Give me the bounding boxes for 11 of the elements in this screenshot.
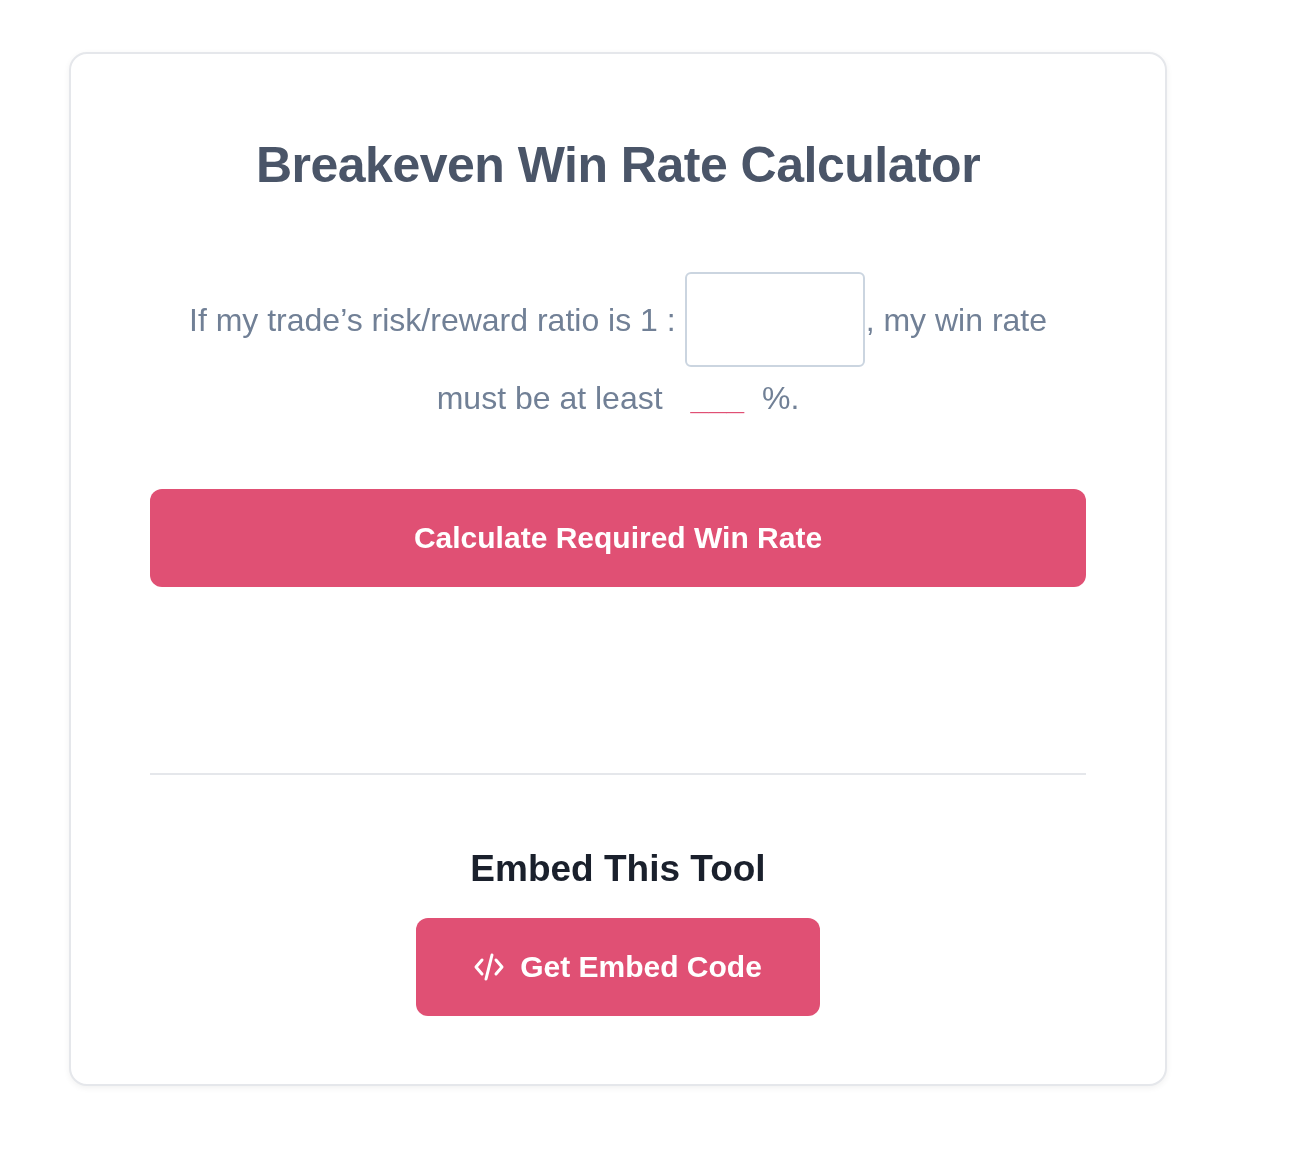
embed-heading: Embed This Tool [470,847,766,891]
calculator-title: Breakeven Win Rate Calculator [255,136,981,195]
calculate-button[interactable]: Calculate Required Win Rate [150,489,1086,587]
at-least-label: must be at least [436,379,663,418]
ratio-label: If my trade’s risk/reward ratio is 1 : [189,300,676,340]
code-icon [474,953,505,981]
result-blank: ___ [690,379,744,418]
win-rate-label: , my win rate [865,300,1047,340]
ratio-input-field[interactable] [684,272,865,367]
percent-label: %. [761,379,800,418]
embed-code-button[interactable]: Get Embed Code [416,918,820,1016]
